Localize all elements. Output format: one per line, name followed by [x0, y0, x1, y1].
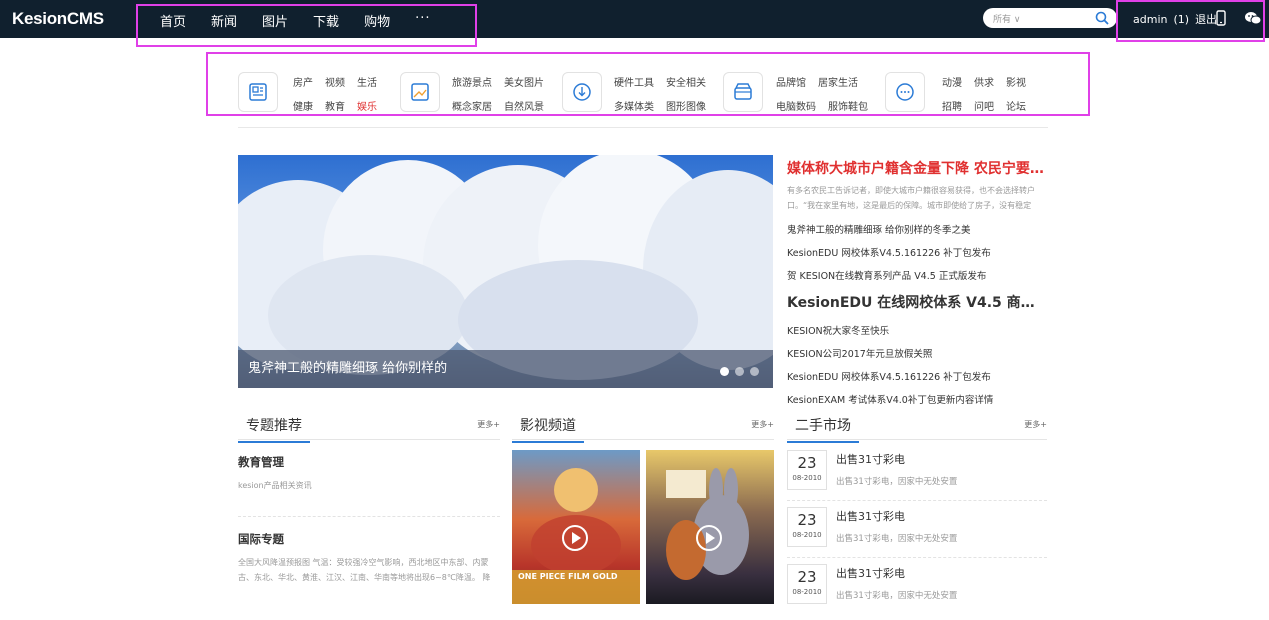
category-link[interactable]: 视频	[325, 74, 345, 89]
video-section-header: 影视频道 更多+	[512, 412, 774, 443]
category-link[interactable]: 自然风景	[504, 98, 544, 113]
date-month: 08-2010	[792, 588, 822, 596]
category-link[interactable]: 美女图片	[504, 74, 544, 89]
news-icon[interactable]	[238, 72, 278, 112]
category-link[interactable]: 硬件工具	[614, 74, 654, 89]
market-title[interactable]: 出售31寸彩电	[836, 565, 905, 581]
category-link[interactable]: 影视	[1006, 74, 1026, 89]
category-link[interactable]: 问吧	[974, 98, 994, 113]
category-link[interactable]: 多媒体类	[614, 98, 654, 113]
headline-title[interactable]: 媒体称大城市户籍含金量下降 农民宁要地不...	[787, 158, 1047, 178]
category-link[interactable]: 旅游景点	[452, 74, 492, 89]
news-link[interactable]: KesionEXAM 考试体系V4.0补丁包更新内容详情	[787, 392, 1047, 406]
category-link[interactable]: 生活	[357, 74, 377, 89]
search-icon[interactable]	[1095, 10, 1109, 29]
topic-item: 国际专题 全国大风降温预报图 气温：受较强冷空气影响，西北地区中东部、内蒙古、东…	[238, 531, 500, 585]
more-link[interactable]: 更多+	[1024, 419, 1047, 430]
market-item: 23 08-2010 出售31寸彩电 出售31寸彩电，因家中无处安置	[787, 507, 1047, 563]
category-link[interactable]: 论坛	[1006, 98, 1026, 113]
user-highlight-box	[1116, 0, 1265, 42]
category-link[interactable]: 品牌馆	[776, 74, 806, 89]
nav-highlight-box	[136, 4, 477, 47]
market-desc: 出售31寸彩电，因家中无处安置	[836, 534, 958, 544]
category-link[interactable]: 健康	[293, 98, 313, 113]
date-month: 08-2010	[792, 531, 822, 539]
news-link[interactable]: 鬼斧神工般的精雕细琢 给你别样的冬季之美	[787, 222, 1047, 236]
zootopia-poster[interactable]	[646, 450, 774, 604]
topic-desc: kesion产品相关资讯	[238, 481, 312, 490]
category-link[interactable]: 概念家居	[452, 98, 492, 113]
date-badge: 23 08-2010	[787, 564, 827, 604]
market-desc: 出售31寸彩电，因家中无处安置	[836, 591, 958, 601]
market-divider	[787, 557, 1047, 558]
category-link[interactable]: 电脑数码	[776, 98, 816, 113]
play-icon[interactable]	[696, 525, 722, 551]
one-piece-poster[interactable]: ONE PIECE FILM GOLD	[512, 450, 640, 604]
news-link[interactable]: KESION公司2017年元旦放假关照	[787, 346, 1047, 360]
category-link[interactable]: 招聘	[942, 98, 962, 113]
category-link-hot[interactable]: 娱乐	[357, 98, 377, 113]
headline-summary: 有多名农民工告诉记者，即使大城市户籍很容易获得，也不会选择转户口。“我在家里有地…	[787, 186, 1035, 210]
more-link[interactable]: 更多+	[751, 419, 774, 430]
topic-desc: 全国大风降温预报图 气温：受较强冷空气影响，西北地区中东部、内蒙古、东北、华北、…	[238, 558, 491, 582]
category-strip: 房产 视频 生活 健康 教育 娱乐 旅游景点 美女图片 概念家居 自然风景 硬件工具 安全相关…	[238, 60, 1048, 114]
search-input[interactable]: 所有 ∨	[983, 8, 1117, 28]
category-link[interactable]: 房产	[293, 74, 313, 89]
slide-dot[interactable]	[720, 367, 729, 376]
news-link[interactable]: KesionEDU 网校体系V4.5.161226 补丁包发布	[787, 245, 1047, 259]
topic-title[interactable]: 教育管理	[238, 454, 500, 470]
slide-dot[interactable]	[735, 367, 744, 376]
market-section-header: 二手市场 更多+	[787, 412, 1047, 443]
date-badge: 23 08-2010	[787, 450, 827, 490]
section-title[interactable]: 专题推荐	[238, 415, 310, 443]
more-link[interactable]: 更多+	[477, 419, 500, 430]
hero-caption[interactable]: 鬼斧神工般的精雕细琢 给你别样的	[248, 357, 447, 376]
category-link[interactable]: 动漫	[942, 74, 962, 89]
topics-section-header: 专题推荐 更多+	[238, 412, 500, 443]
more-icon[interactable]	[885, 72, 925, 112]
market-item: 23 08-2010 出售31寸彩电 出售31寸彩电，因家中无处安置	[787, 564, 1047, 620]
download-icon[interactable]	[562, 72, 602, 112]
news-link[interactable]: 贺 KESION在线教育系列产品 V4.5 正式版发布	[787, 268, 1047, 282]
topic-title[interactable]: 国际专题	[238, 531, 500, 547]
poster-title: ONE PIECE FILM GOLD	[518, 572, 618, 581]
hero-slideshow[interactable]: 鬼斧神工般的精雕细琢 给你别样的	[238, 155, 773, 388]
date-day: 23	[797, 454, 817, 472]
headline-column: 媒体称大城市户籍含金量下降 农民宁要地不... 有多名农民工告诉记者，即使大城市…	[787, 158, 1047, 406]
market-title[interactable]: 出售31寸彩电	[836, 451, 905, 467]
category-link[interactable]: 供求	[974, 74, 994, 89]
date-badge: 23 08-2010	[787, 507, 827, 547]
category-link[interactable]: 图形图像	[666, 98, 706, 113]
news-link[interactable]: KESION祝大家冬至快乐	[787, 323, 1047, 337]
slide-indicators	[714, 367, 759, 376]
category-link[interactable]: 居家生活	[818, 74, 858, 89]
content-divider	[238, 127, 1048, 128]
market-item: 23 08-2010 出售31寸彩电 出售31寸彩电，因家中无处安置	[787, 450, 1047, 506]
topic-item: 教育管理 kesion产品相关资讯	[238, 454, 500, 493]
market-title[interactable]: 出售31寸彩电	[836, 508, 905, 524]
date-month: 08-2010	[792, 474, 822, 482]
search-scope-select[interactable]: 所有 ∨	[993, 12, 1020, 25]
news-link[interactable]: KesionEDU 网校体系V4.5.161226 补丁包发布	[787, 369, 1047, 383]
category-link[interactable]: 教育	[325, 98, 345, 113]
category-link[interactable]: 服饰鞋包	[828, 98, 868, 113]
section-title[interactable]: 影视频道	[512, 415, 584, 443]
play-icon[interactable]	[562, 525, 588, 551]
market-divider	[787, 500, 1047, 501]
category-link[interactable]: 安全相关	[666, 74, 706, 89]
site-logo[interactable]: KesionCMS	[12, 9, 104, 29]
topic-divider	[238, 516, 500, 517]
date-day: 23	[797, 568, 817, 586]
shop-icon[interactable]	[723, 72, 763, 112]
section-title[interactable]: 二手市场	[787, 415, 859, 443]
picture-icon[interactable]	[400, 72, 440, 112]
frosted-trees-image	[238, 155, 773, 388]
date-day: 23	[797, 511, 817, 529]
market-desc: 出售31寸彩电，因家中无处安置	[836, 477, 958, 487]
slide-dot[interactable]	[750, 367, 759, 376]
secondary-headline-title[interactable]: KesionEDU 在线网校体系 V4.5 商业用户升...	[787, 292, 1047, 312]
